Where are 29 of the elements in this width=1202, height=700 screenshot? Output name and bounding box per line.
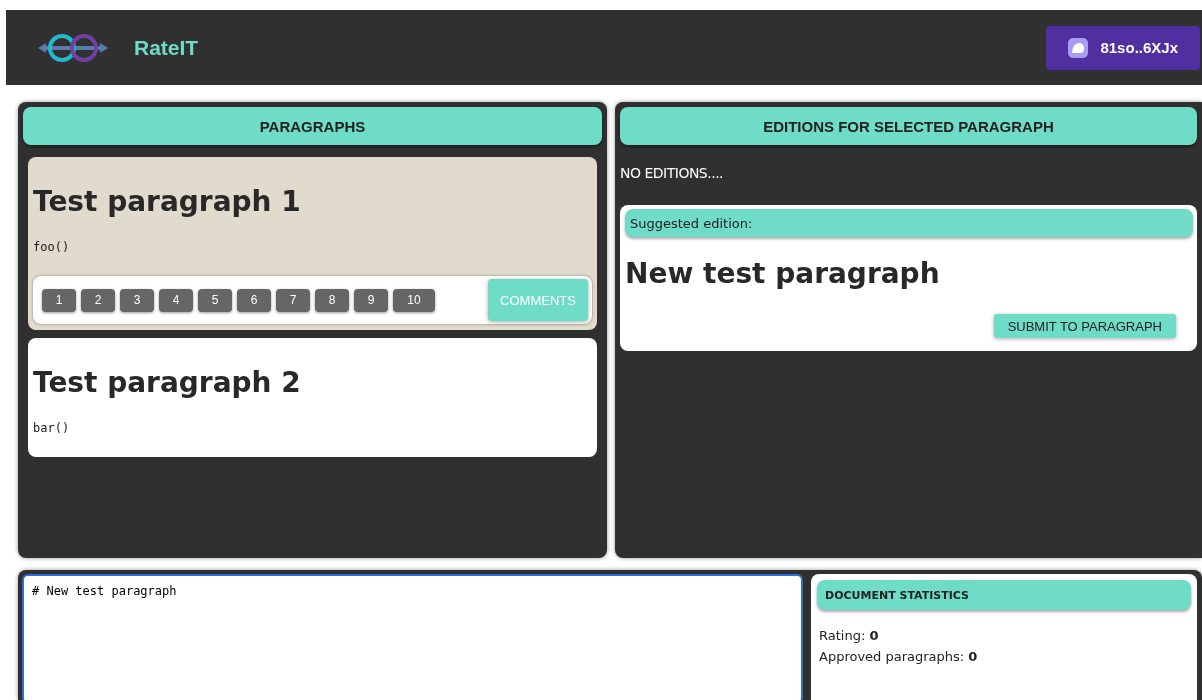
wallet-button[interactable]: 81so..6XJx bbox=[1046, 25, 1200, 70]
panel-header: PARAGRAPHS bbox=[23, 107, 602, 145]
empty-message: NO EDITIONS.... bbox=[620, 165, 725, 181]
paragraph-title: Test paragraph 1 bbox=[33, 185, 302, 218]
statistic-text: Approved paragraphs: 0 bbox=[819, 649, 979, 664]
suggested-label: Suggested edition: bbox=[625, 209, 1193, 237]
rating-button[interactable]: 8 bbox=[315, 288, 349, 312]
paragraph-card[interactable]: Test paragraph 1 foo() 1 2 3 4 5 6 7 8 9 10 COMMENTS bbox=[28, 157, 597, 330]
rating-button[interactable]: 10 bbox=[393, 288, 435, 312]
edition-title: New test paragraph bbox=[625, 257, 941, 290]
submit-button[interactable]: SUBMIT TO PARAGRAPH bbox=[993, 314, 1176, 338]
rating-button[interactable]: 6 bbox=[237, 288, 271, 312]
markdown-editor[interactable]: # New test paragraph bbox=[22, 574, 803, 700]
rating-button[interactable]: 2 bbox=[81, 288, 115, 312]
ghost-icon bbox=[1068, 37, 1089, 58]
rating-button[interactable]: 7 bbox=[276, 288, 310, 312]
paragraph-code: bar() bbox=[33, 421, 71, 435]
app-name: RateIT bbox=[134, 35, 200, 60]
paragraph-title: Test paragraph 2 bbox=[33, 366, 302, 399]
paragraph-code: foo() bbox=[33, 240, 71, 254]
rating-button[interactable]: 3 bbox=[120, 288, 154, 312]
statistics-header: DOCUMENT STATISTICS bbox=[817, 580, 1191, 610]
rating-button[interactable]: 4 bbox=[159, 288, 193, 312]
rating-button[interactable]: 1 bbox=[42, 288, 76, 312]
rating-button[interactable]: 9 bbox=[354, 288, 388, 312]
rating-button[interactable]: 5 bbox=[198, 288, 232, 312]
paragraph-card[interactable]: Test paragraph 2 bar() bbox=[28, 338, 597, 457]
statistic-text: Rating: 0 bbox=[819, 628, 880, 643]
panel-header: EDITIONS FOR SELECTED PARAGRAPH bbox=[620, 107, 1197, 145]
